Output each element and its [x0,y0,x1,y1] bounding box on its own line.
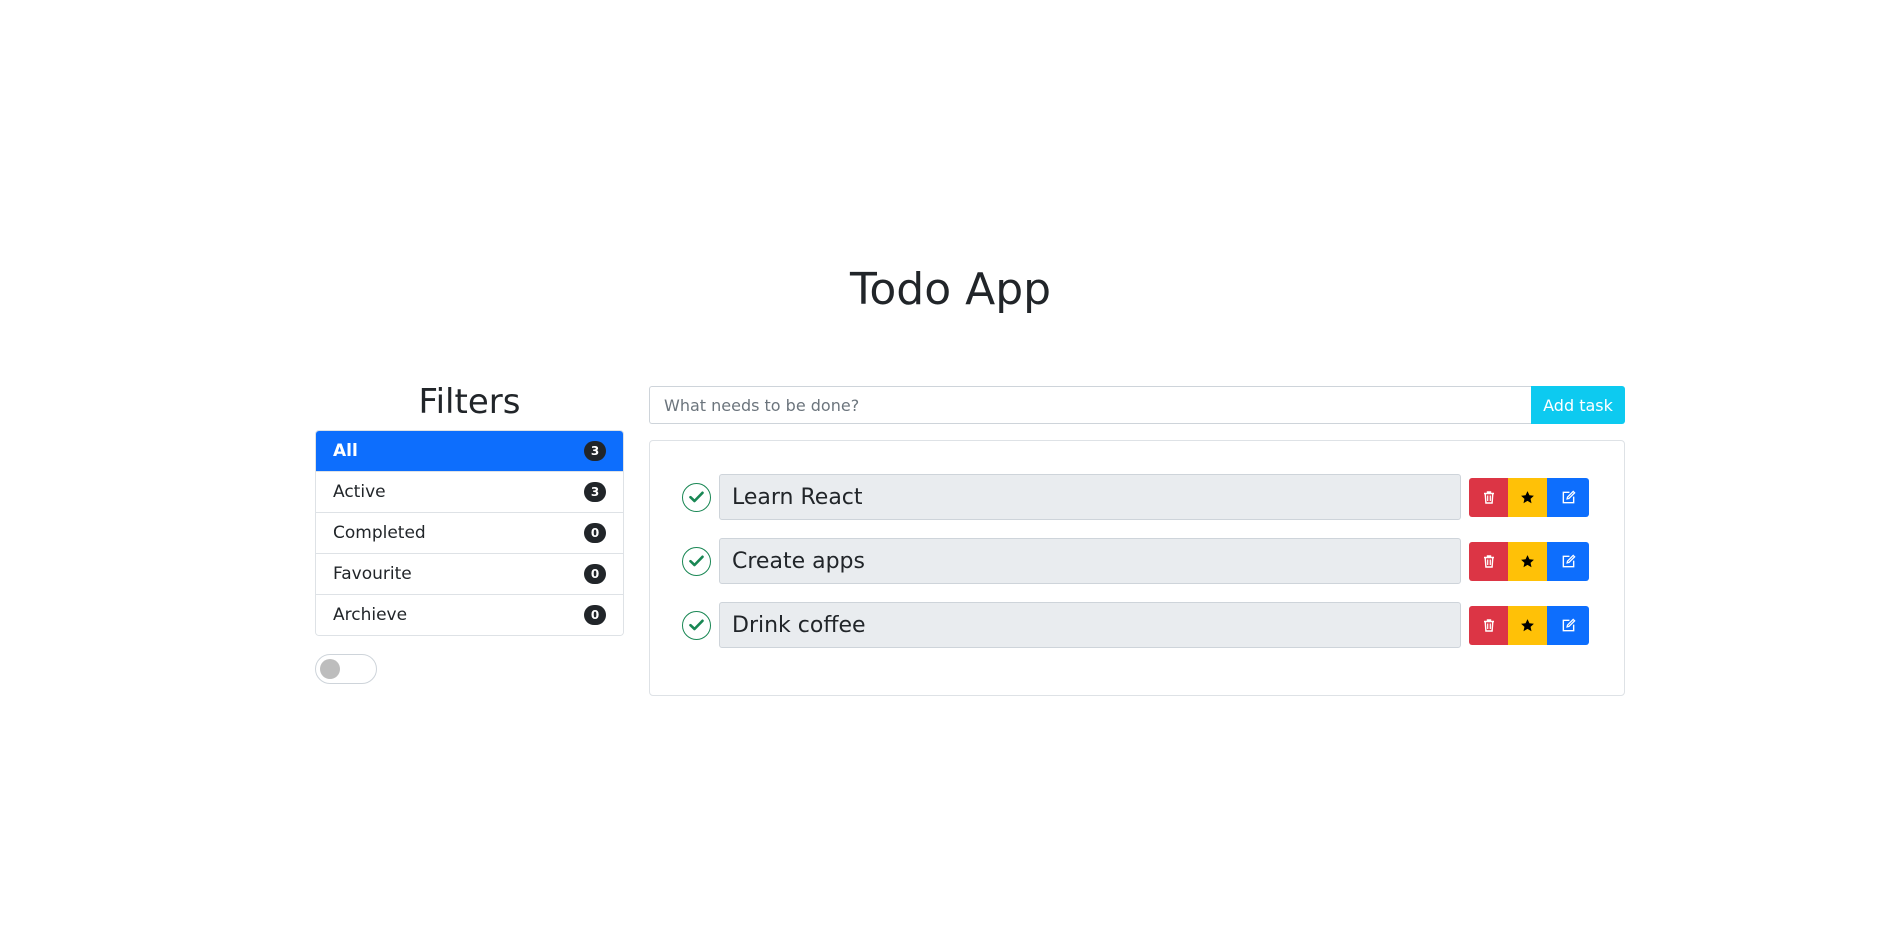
filter-list: All 3 Active 3 Completed 0 Favourite 0 A… [315,430,624,636]
filter-item-active[interactable]: Active 3 [316,471,623,512]
count-badge: 3 [584,482,606,502]
task-actions [1469,477,1589,517]
theme-toggle-switch[interactable] [315,654,377,684]
count-badge: 0 [584,605,606,625]
filter-label: Archieve [333,605,408,625]
check-circle-icon[interactable] [682,482,711,512]
task-actions [1469,541,1589,581]
task-item: Learn React [682,473,1592,521]
add-task-form: Add task [649,386,1625,424]
trash-icon [1483,490,1494,504]
edit-button[interactable] [1547,541,1589,581]
filters-sidebar: Filters All 3 Active 3 Completed 0 Favou… [315,380,624,684]
task-list: Learn React Create apps Drink coffee [649,440,1625,696]
filter-label: Favourite [333,564,412,584]
filters-title: Filters [418,382,521,422]
filter-item-favourite[interactable]: Favourite 0 [316,553,623,594]
count-badge: 0 [584,564,606,584]
filter-label: Active [333,482,386,502]
favourite-button[interactable] [1508,477,1547,517]
filter-label: Completed [333,523,426,543]
edit-icon [1562,489,1576,503]
task-actions [1469,605,1589,645]
edit-icon [1562,617,1576,631]
edit-button[interactable] [1547,477,1589,517]
task-text: Drink coffee [719,602,1461,648]
add-task-button[interactable]: Add task [1531,386,1625,424]
count-badge: 0 [584,523,606,543]
new-task-input[interactable] [649,386,1531,424]
check-circle-icon[interactable] [682,546,711,576]
filter-item-all[interactable]: All 3 [316,431,623,471]
trash-icon [1483,554,1494,568]
star-icon [1521,618,1534,631]
count-badge: 3 [584,441,606,461]
delete-button[interactable] [1469,605,1508,645]
main-panel: Add task Learn React [649,386,1625,696]
task-item: Drink coffee [682,601,1592,649]
edit-button[interactable] [1547,605,1589,645]
favourite-button[interactable] [1508,605,1547,645]
task-text: Learn React [719,474,1461,520]
task-text: Create apps [719,538,1461,584]
delete-button[interactable] [1469,541,1508,581]
delete-button[interactable] [1469,477,1508,517]
page-title: Todo App [849,264,1052,315]
check-circle-icon[interactable] [682,610,711,640]
star-icon [1521,554,1534,567]
favourite-button[interactable] [1508,541,1547,581]
edit-icon [1562,553,1576,567]
filter-label: All [333,441,358,461]
filter-item-archieve[interactable]: Archieve 0 [316,594,623,635]
star-icon [1521,490,1534,503]
trash-icon [1483,618,1494,632]
toggle-knob [320,659,340,679]
filter-item-completed[interactable]: Completed 0 [316,512,623,553]
task-item: Create apps [682,537,1592,585]
